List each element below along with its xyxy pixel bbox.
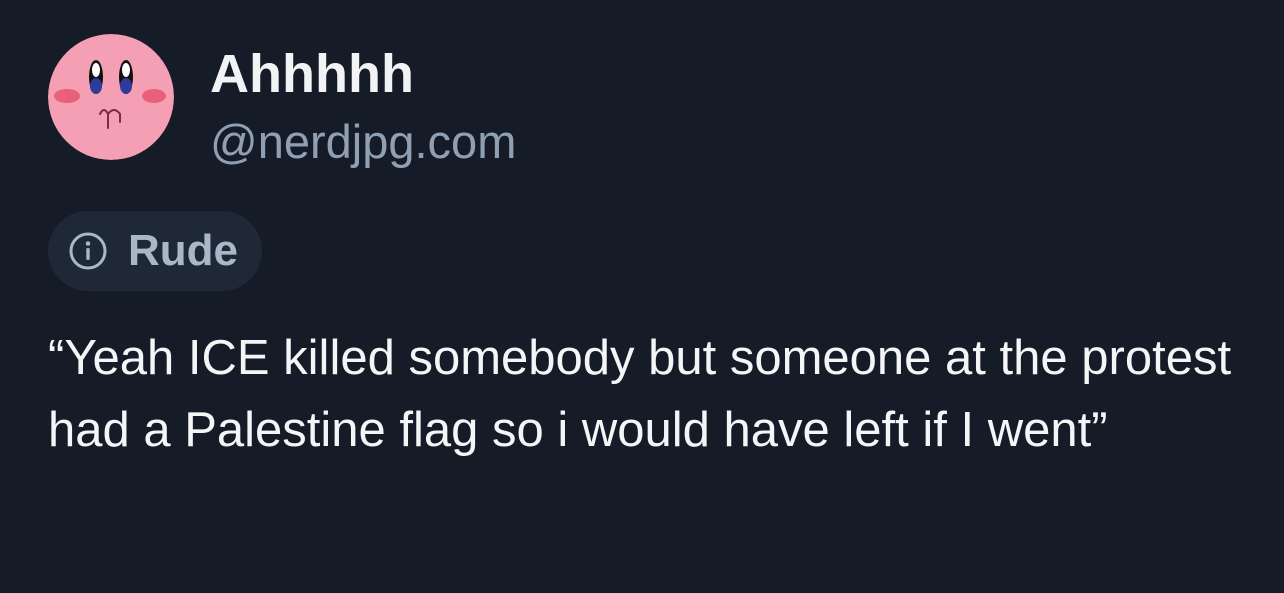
kirby-face-avatar-icon (48, 34, 174, 160)
display-name[interactable]: Ahhhhh (210, 40, 414, 108)
post-card: Ahhhhh @nerdjpg.com Rude “Yeah ICE kille… (0, 0, 1284, 593)
post-text: “Yeah ICE killed somebody but someone at… (48, 331, 1232, 457)
moderation-label-chip[interactable]: Rude (48, 211, 262, 291)
moderation-label-text: Rude (128, 226, 238, 275)
author-handle[interactable]: @nerdjpg.com (210, 110, 516, 174)
avatar[interactable] (48, 34, 174, 160)
info-icon (68, 231, 108, 271)
